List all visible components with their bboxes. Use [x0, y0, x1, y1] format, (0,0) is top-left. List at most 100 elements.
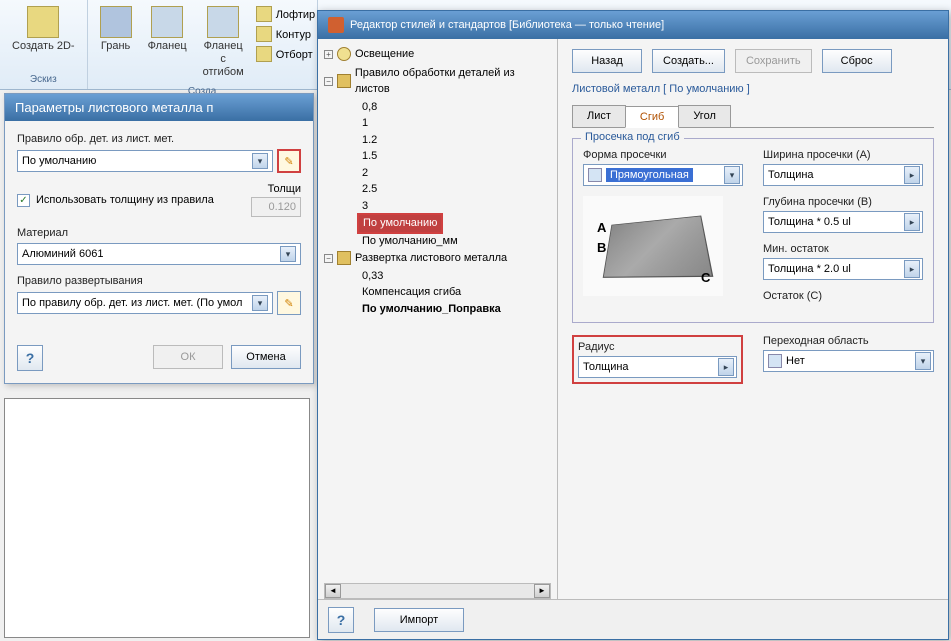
relief-minrem-label: Мин. остаток: [763, 243, 923, 255]
tree-leaf[interactable]: 0,33: [324, 268, 551, 285]
tree-unfold[interactable]: − Развертка листового металла: [324, 249, 551, 268]
use-thickness-checkbox[interactable]: ✓: [17, 194, 30, 207]
chevron-down-icon: ▾: [252, 295, 268, 311]
tree-leaf-default-mm[interactable]: По умолчанию_мм: [324, 233, 551, 250]
help-button[interactable]: ?: [328, 607, 354, 633]
left-dialog-body: Правило обр. дет. из лист. мет. По умолч…: [5, 121, 313, 337]
relief-shape-label: Форма просечки: [583, 149, 743, 161]
rule-label: Правило обр. дет. из лист. мет.: [17, 133, 301, 145]
tree-h-scrollbar[interactable]: ◄ ►: [324, 583, 551, 599]
radius-combo[interactable]: Толщина ▸: [578, 356, 737, 378]
transition-combo[interactable]: Нет ▾: [763, 350, 934, 372]
folder-icon: [337, 251, 351, 265]
arrow-right-icon: ▸: [718, 358, 734, 376]
plus-icon[interactable]: +: [324, 50, 333, 59]
tree-leaf[interactable]: 1.5: [324, 148, 551, 165]
cutoff-icon: [256, 46, 272, 62]
tree-unfold-label: Развертка листового металла: [355, 250, 507, 267]
scroll-right-icon[interactable]: ►: [534, 584, 550, 598]
flange-button[interactable]: Фланец: [140, 2, 195, 84]
transition-icon: [768, 354, 782, 368]
tab-bend[interactable]: Сгиб: [625, 106, 679, 128]
flange-bend-icon: [207, 6, 239, 38]
minus-icon[interactable]: −: [324, 77, 333, 86]
relief-legend: Просечка под сгиб: [581, 131, 684, 143]
arrow-right-icon: ▸: [904, 213, 920, 231]
import-button[interactable]: Импорт: [374, 608, 464, 632]
transition-value: Нет: [786, 355, 805, 367]
unfold-rule-value: По правилу обр. дет. из лист. мет. (По у…: [22, 297, 242, 309]
style-tree-panel: + Освещение − Правило обработки деталей …: [318, 39, 558, 599]
ok-button[interactable]: ОК: [153, 345, 223, 369]
tree-leaf[interactable]: 0,8: [324, 99, 551, 116]
cancel-button[interactable]: Отмена: [231, 345, 301, 369]
tree-leaf[interactable]: 2: [324, 165, 551, 182]
flange-bend-button[interactable]: Фланец с отгибом: [195, 2, 252, 84]
unfold-rule-combo[interactable]: По правилу обр. дет. из лист. мет. (По у…: [17, 292, 273, 314]
create-2d-button[interactable]: Создать 2D-: [4, 2, 83, 57]
create-2d-label: Создать 2D-: [12, 40, 75, 53]
preview-label-b: B: [597, 240, 606, 255]
thickness-input: [251, 197, 301, 217]
relief-minrem-combo[interactable]: Толщина * 2.0 ul ▸: [763, 258, 923, 280]
tree-leaf[interactable]: 1.2: [324, 132, 551, 149]
tree-leaf[interactable]: Компенсация сгиба: [324, 284, 551, 301]
tree-sheet-rule-label: Правило обработки деталей из листов: [355, 65, 551, 98]
relief-depth-combo[interactable]: Толщина * 0.5 ul ▸: [763, 211, 923, 233]
create-button[interactable]: Создать...: [652, 49, 725, 73]
tab-sheet[interactable]: Лист: [572, 105, 626, 127]
style-editor-dialog: Редактор стилей и стандартов [Библиотека…: [317, 10, 949, 640]
material-combo[interactable]: Алюминий 6061 ▾: [17, 243, 301, 265]
relief-width-value: Толщина: [768, 169, 814, 181]
relief-shape-combo[interactable]: Прямоугольная ▾: [583, 164, 743, 186]
back-button[interactable]: Назад: [572, 49, 642, 73]
style-tree[interactable]: + Освещение − Правило обработки деталей …: [324, 45, 551, 317]
tree-lighting-label: Освещение: [355, 46, 414, 63]
shape-icon: [588, 168, 602, 182]
tree-sheet-rule[interactable]: − Правило обработки деталей из листов: [324, 64, 551, 99]
cutoff-button[interactable]: Отборт: [256, 46, 315, 64]
loft-icon: [256, 6, 272, 22]
help-button[interactable]: ?: [17, 345, 43, 371]
canvas-area: [4, 398, 310, 638]
arrow-right-icon: ▸: [904, 260, 920, 278]
relief-preview: A B C: [583, 196, 723, 296]
preview-shape: [603, 215, 714, 277]
ribbon-group-create: Грань Фланец Фланец с отгибом Лофтир Кон…: [88, 0, 318, 89]
detail-panel: Назад Создать... Сохранить Сброс Листово…: [558, 39, 948, 599]
edit-unfold-button[interactable]: ✎: [277, 291, 301, 315]
contour-button[interactable]: Контур: [256, 26, 315, 44]
material-value: Алюминий 6061: [22, 248, 103, 260]
tree-leaf[interactable]: 1: [324, 115, 551, 132]
tabs: Лист Сгиб Угол: [572, 105, 934, 128]
preview-label-c: C: [701, 270, 710, 285]
flange-icon: [151, 6, 183, 38]
edit-rule-button[interactable]: ✎: [277, 149, 301, 173]
tree-leaf-default-corr[interactable]: По умолчанию_Поправка: [324, 301, 551, 318]
save-button[interactable]: Сохранить: [735, 49, 812, 73]
tab-corner[interactable]: Угол: [678, 105, 731, 127]
tree-lighting[interactable]: + Освещение: [324, 45, 551, 64]
face-button[interactable]: Грань: [92, 2, 140, 84]
minus-icon[interactable]: −: [324, 254, 333, 263]
bottom-bar: ? Импорт: [318, 599, 948, 639]
tree-leaf-default[interactable]: По умолчанию: [358, 214, 442, 233]
relief-fieldset: Просечка под сгиб Форма просечки Прямоуг…: [572, 138, 934, 323]
loft-button[interactable]: Лофтир: [256, 6, 315, 24]
rule-combo-value: По умолчанию: [22, 155, 96, 167]
rule-combo[interactable]: По умолчанию ▾: [17, 150, 273, 172]
tree-leaf[interactable]: 3: [324, 198, 551, 215]
thickness-label: Толщи: [251, 183, 301, 195]
scroll-left-icon[interactable]: ◄: [325, 584, 341, 598]
app-icon: [328, 17, 344, 33]
relief-width-combo[interactable]: Толщина ▸: [763, 164, 923, 186]
create-2d-icon: [27, 6, 59, 38]
chevron-down-icon: ▾: [915, 352, 931, 370]
sheet-metal-params-dialog: Параметры листового металла п Правило об…: [4, 93, 314, 384]
reset-button[interactable]: Сброс: [822, 49, 892, 73]
relief-depth-label: Глубина просечки (B): [763, 196, 923, 208]
relief-depth-value: Толщина * 0.5 ul: [768, 216, 851, 228]
arrow-right-icon: ▸: [904, 166, 920, 184]
tree-leaf[interactable]: 2.5: [324, 181, 551, 198]
chevron-down-icon: ▾: [280, 246, 296, 262]
